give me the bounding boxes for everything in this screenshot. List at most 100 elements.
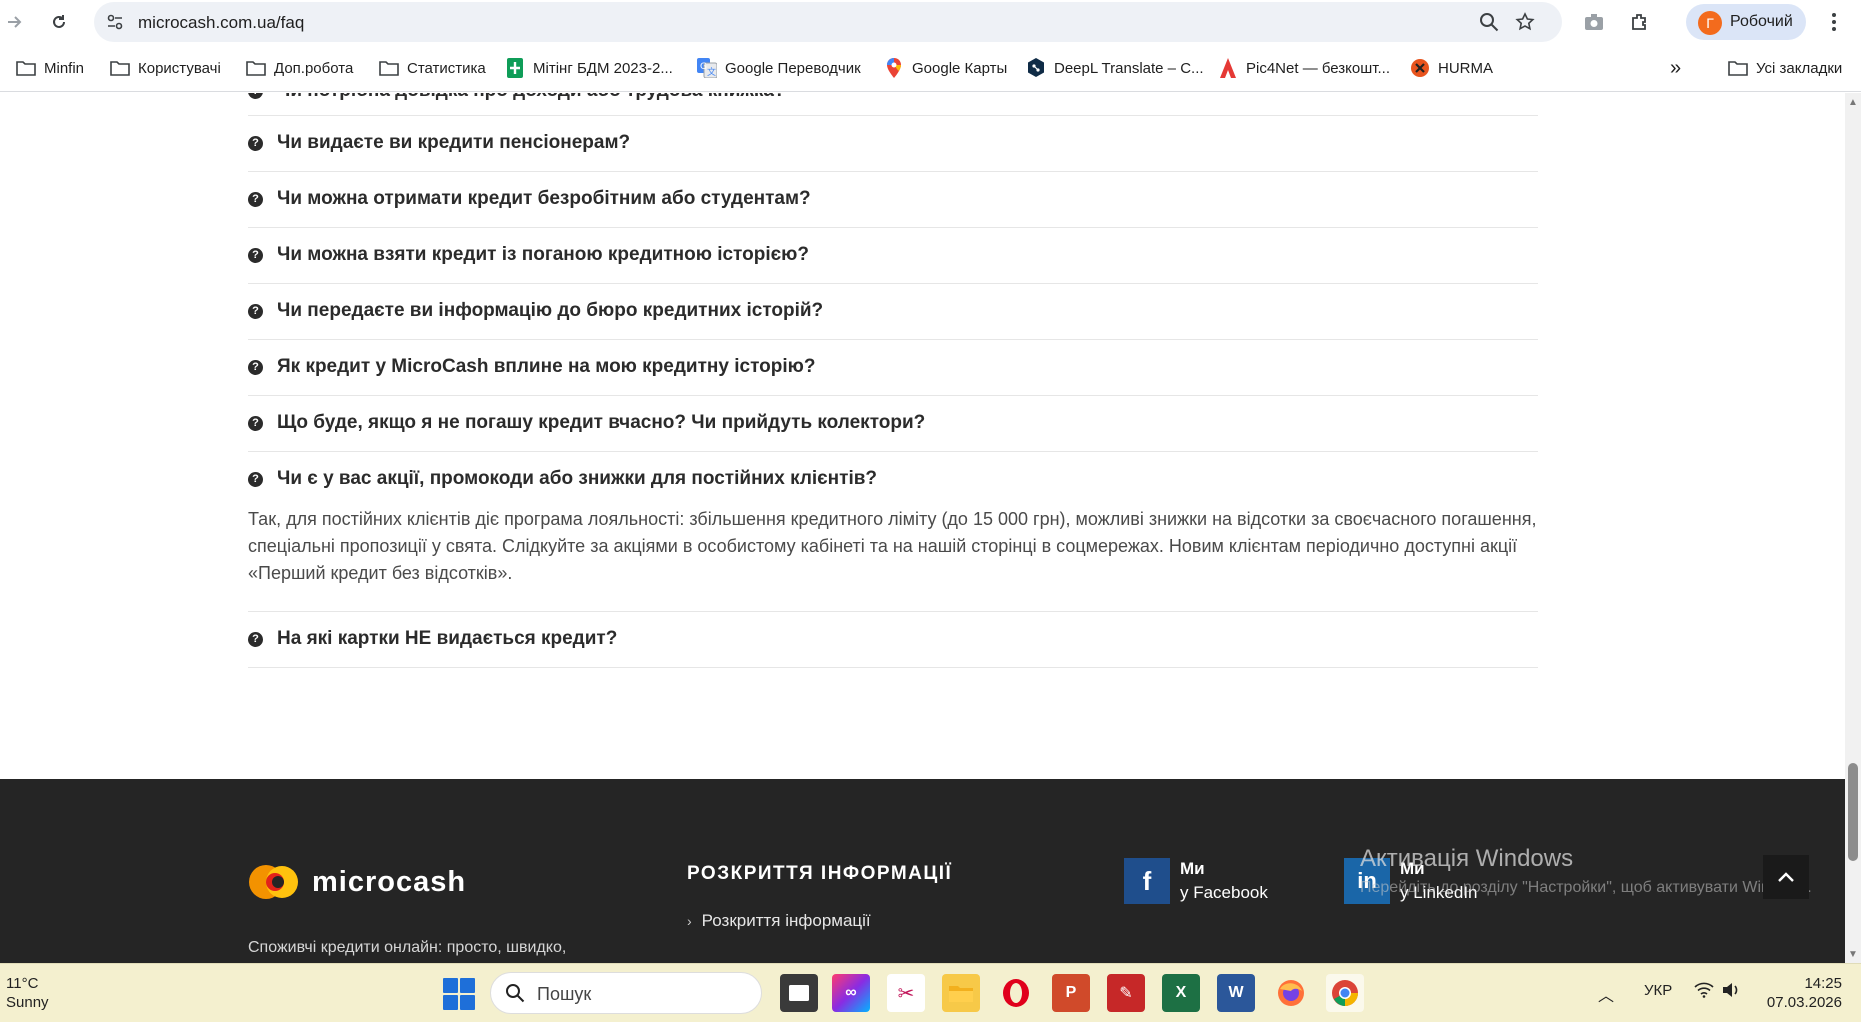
question-circle-icon: ? — [248, 93, 263, 99]
excel-icon[interactable]: X — [1162, 974, 1200, 1012]
faq-question-text: Чи потрібна довідка про доходи або трудо… — [277, 93, 786, 102]
windows-taskbar: 11°C Sunny Пошук ∞ ✂ P ✎ X W ︿ УКР 14:25… — [0, 963, 1861, 1022]
faq-question-text: Чи є у вас акції, промокоди або знижки д… — [277, 468, 878, 489]
url-text[interactable]: microcash.com.ua/faq — [138, 13, 304, 33]
bookmark-meeting[interactable]: Мітінг БДМ 2023-2... — [505, 56, 673, 80]
browser-menu-icon[interactable] — [1822, 10, 1846, 34]
all-bookmarks-button[interactable]: Усі закладки — [1728, 56, 1842, 80]
faq-item[interactable]: ? Чи видаєте ви кредити пенсіонерам? — [248, 116, 1538, 172]
profile-name: Робочий — [1730, 13, 1793, 30]
bookmark-deepl[interactable]: DeepL Translate – С... — [1026, 56, 1204, 80]
bookmark-label: Google Переводчик — [725, 59, 861, 77]
folder-icon — [16, 58, 36, 78]
wifi-icon[interactable] — [1694, 982, 1714, 1002]
scroll-up-arrow-icon[interactable]: ▲ — [1848, 97, 1858, 108]
site-info-button[interactable] — [104, 11, 126, 33]
forward-button[interactable] — [0, 8, 30, 36]
chrome-icon[interactable] — [1326, 974, 1364, 1012]
powerpoint-icon[interactable]: P — [1052, 974, 1090, 1012]
faq-item-open[interactable]: ? Чи є у вас акції, промокоди або знижки… — [248, 452, 1538, 612]
tune-icon — [107, 14, 123, 30]
bookmark-label: Мітінг БДМ 2023-2... — [533, 59, 673, 77]
more-bookmarks-button[interactable]: » — [1670, 56, 1681, 80]
pdf-app-icon[interactable]: ✎ — [1107, 974, 1145, 1012]
taskbar-clock[interactable]: 14:25 07.03.2026 — [1762, 974, 1842, 1012]
bookmark-google-translate[interactable]: G文 Google Переводчик — [697, 56, 861, 80]
creative-cloud-icon[interactable]: ∞ — [832, 974, 870, 1012]
search-icon — [505, 983, 525, 1008]
windows-activation-title: Активація Windows — [1360, 845, 1574, 872]
faq-question-text: Чи передаєте ви інформацію до бюро креди… — [277, 300, 824, 321]
faq-question[interactable]: ? Чи потрібна довідка про доходи або тру… — [248, 93, 786, 102]
faq-question[interactable]: ? Чи передаєте ви інформацію до бюро кре… — [248, 300, 823, 322]
weather-temp: 11°C — [6, 975, 39, 992]
bookmark-pic4net[interactable]: Pic4Net — безкошт... — [1218, 56, 1390, 80]
start-button[interactable] — [443, 978, 475, 1010]
faq-item[interactable]: ? Чи можна отримати кредит безробітним а… — [248, 172, 1538, 228]
camera-icon[interactable] — [1582, 10, 1606, 34]
faq-item[interactable]: ? Що буде, якщо я не погашу кредит вчасн… — [248, 396, 1538, 452]
profile-button[interactable]: Г Робочий — [1686, 4, 1806, 40]
folder-icon — [379, 58, 399, 78]
weather-widget[interactable]: 11°C Sunny — [6, 974, 49, 1012]
faq-item[interactable]: ? Чи можна взяти кредит із поганою креди… — [248, 228, 1538, 284]
word-icon[interactable]: W — [1217, 974, 1255, 1012]
footer-tagline: Споживчі кредити онлайн: просто, швидко, — [248, 939, 567, 956]
faq-item[interactable]: ? Чи потрібна довідка про доходи або тру… — [248, 93, 1538, 116]
bookmark-label: Користувачі — [138, 59, 221, 77]
faq-question[interactable]: ? Чи можна взяти кредит із поганою креди… — [248, 244, 809, 266]
browser-toolbar: microcash.com.ua/faq Г Робочий — [0, 0, 1861, 44]
question-circle-icon: ? — [248, 191, 263, 207]
clock-time: 14:25 — [1804, 975, 1842, 992]
bookmark-statistics[interactable]: Статистика — [379, 56, 486, 80]
scroll-to-top-button[interactable] — [1763, 855, 1809, 899]
address-bar[interactable]: microcash.com.ua/faq — [94, 2, 1562, 42]
bookmark-label: Minfin — [44, 59, 85, 77]
hurma-icon — [1410, 58, 1430, 78]
folder-icon — [1728, 58, 1748, 78]
facebook-line1: Ми — [1180, 859, 1205, 878]
scrollbar-thumb[interactable] — [1848, 763, 1858, 861]
language-indicator[interactable]: УКР — [1644, 982, 1672, 999]
opera-icon[interactable] — [997, 974, 1035, 1012]
footer-logo[interactable]: microcash — [248, 861, 466, 903]
taskbar-search[interactable]: Пошук — [490, 972, 762, 1014]
faq-question[interactable]: ? Чи є у вас акції, промокоди або знижки… — [248, 468, 877, 490]
site-footer: microcash Споживчі кредити онлайн: прост… — [0, 779, 1845, 963]
faq-question[interactable]: ? Що буде, якщо я не погашу кредит вчасн… — [248, 412, 925, 434]
faq-item[interactable]: ? Як кредит у MicroCash вплине на мою кр… — [248, 340, 1538, 396]
svg-text:G: G — [700, 62, 707, 72]
page-scrollbar[interactable]: ▲ ▼ — [1845, 93, 1861, 963]
bookmark-users[interactable]: Користувачі — [110, 56, 221, 80]
windows-logo-icon — [443, 978, 458, 993]
faq-question[interactable]: ? Чи можна отримати кредит безробітним а… — [248, 188, 811, 210]
faq-question[interactable]: ? Як кредит у MicroCash вплине на мою кр… — [248, 356, 815, 378]
facebook-link[interactable]: f Ми у Facebook — [1124, 857, 1268, 905]
bookmark-minfin[interactable]: Minfin — [16, 56, 84, 80]
zoom-icon[interactable] — [1478, 11, 1500, 33]
faq-answer: Так, для постійних клієнтів діє програма… — [248, 509, 1537, 583]
bookmark-dop-robota[interactable]: Доп.робота — [246, 56, 353, 80]
faq-question[interactable]: ? Чи видаєте ви кредити пенсіонерам? — [248, 132, 630, 154]
volume-icon[interactable] — [1722, 982, 1740, 1002]
faq-item[interactable]: ? Чи передаєте ви інформацію до бюро кре… — [248, 284, 1538, 340]
windows-activation-subtitle: Перейдіть до розділу "Настройки", щоб ак… — [1360, 879, 1812, 896]
faq-question[interactable]: ? На які картки НЕ видається кредит? — [248, 628, 617, 650]
logo-text: microcash — [312, 865, 467, 898]
bookmark-label: Google Карты — [912, 59, 1008, 77]
scroll-down-arrow-icon[interactable]: ▼ — [1848, 949, 1858, 960]
bookmark-label: DeepL Translate – С... — [1054, 59, 1204, 77]
bookmark-google-maps[interactable]: Google Карты — [884, 56, 1007, 80]
snipping-tool-icon[interactable]: ✂ — [887, 974, 925, 1012]
firefox-icon[interactable] — [1272, 974, 1310, 1012]
reload-button[interactable] — [44, 8, 74, 36]
bookmark-star-icon[interactable] — [1514, 11, 1536, 33]
extensions-icon[interactable] — [1628, 10, 1652, 34]
bookmark-hurma[interactable]: HURMA — [1410, 56, 1493, 80]
faq-item[interactable]: ? На які картки НЕ видається кредит? — [248, 612, 1538, 668]
arrow-right-icon — [8, 16, 22, 28]
task-view-icon[interactable] — [780, 974, 818, 1012]
disclosure-link[interactable]: › Розкриття інформації — [687, 911, 871, 931]
file-explorer-icon[interactable] — [942, 974, 980, 1012]
tray-overflow-chevron-icon[interactable]: ︿ — [1598, 982, 1614, 1006]
